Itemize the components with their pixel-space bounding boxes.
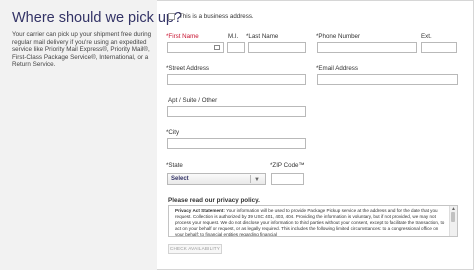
city-label: *City — [166, 129, 180, 136]
extension-label: Ext. — [421, 33, 432, 40]
privacy-heading: Please read our privacy policy. — [168, 197, 260, 204]
last-name-input[interactable] — [248, 42, 306, 53]
business-address-label: This is a business address. — [179, 13, 254, 20]
first-name-input[interactable] — [167, 42, 224, 53]
middle-initial-label: M.I. — [228, 33, 239, 40]
page-title: Where should we pick up? — [12, 10, 183, 26]
privacy-statement-text: Privacy Act Statement: Your information … — [175, 208, 445, 237]
apt-suite-input[interactable] — [167, 106, 306, 117]
chevron-down-icon: ▼ — [254, 177, 260, 183]
apt-suite-label: Apt / Suite / Other — [168, 97, 218, 104]
business-address-checkbox[interactable] — [168, 13, 175, 20]
email-address-input[interactable] — [317, 74, 458, 85]
street-address-input[interactable] — [167, 74, 306, 85]
city-input[interactable] — [167, 138, 306, 149]
state-select[interactable]: Select ▼ — [167, 173, 266, 185]
pickup-description: Your carrier can pick up your shipment f… — [12, 31, 152, 69]
check-availability-button[interactable]: CHECK AVAILABILITY — [168, 244, 222, 254]
email-address-label: *Email Address — [316, 65, 358, 72]
phone-number-input[interactable] — [317, 42, 417, 53]
middle-initial-input[interactable] — [227, 42, 245, 53]
state-label: *State — [166, 162, 183, 169]
street-address-label: *Street Address — [166, 65, 210, 72]
privacy-statement-box[interactable]: Privacy Act Statement: Your information … — [168, 205, 458, 237]
first-name-label: *First Name — [166, 33, 199, 40]
last-name-label: *Last Name — [246, 33, 279, 40]
scrollbar-thumb[interactable] — [451, 212, 455, 222]
privacy-scrollbar[interactable]: ▲ — [449, 206, 457, 236]
info-panel: Where should we pick up? Your carrier ca… — [0, 0, 182, 270]
zip-code-label: *ZIP Code™ — [270, 162, 305, 169]
phone-number-label: *Phone Number — [316, 33, 361, 40]
contact-card-icon — [214, 45, 220, 50]
zip-code-input[interactable] — [271, 173, 304, 185]
extension-input[interactable] — [421, 42, 457, 53]
